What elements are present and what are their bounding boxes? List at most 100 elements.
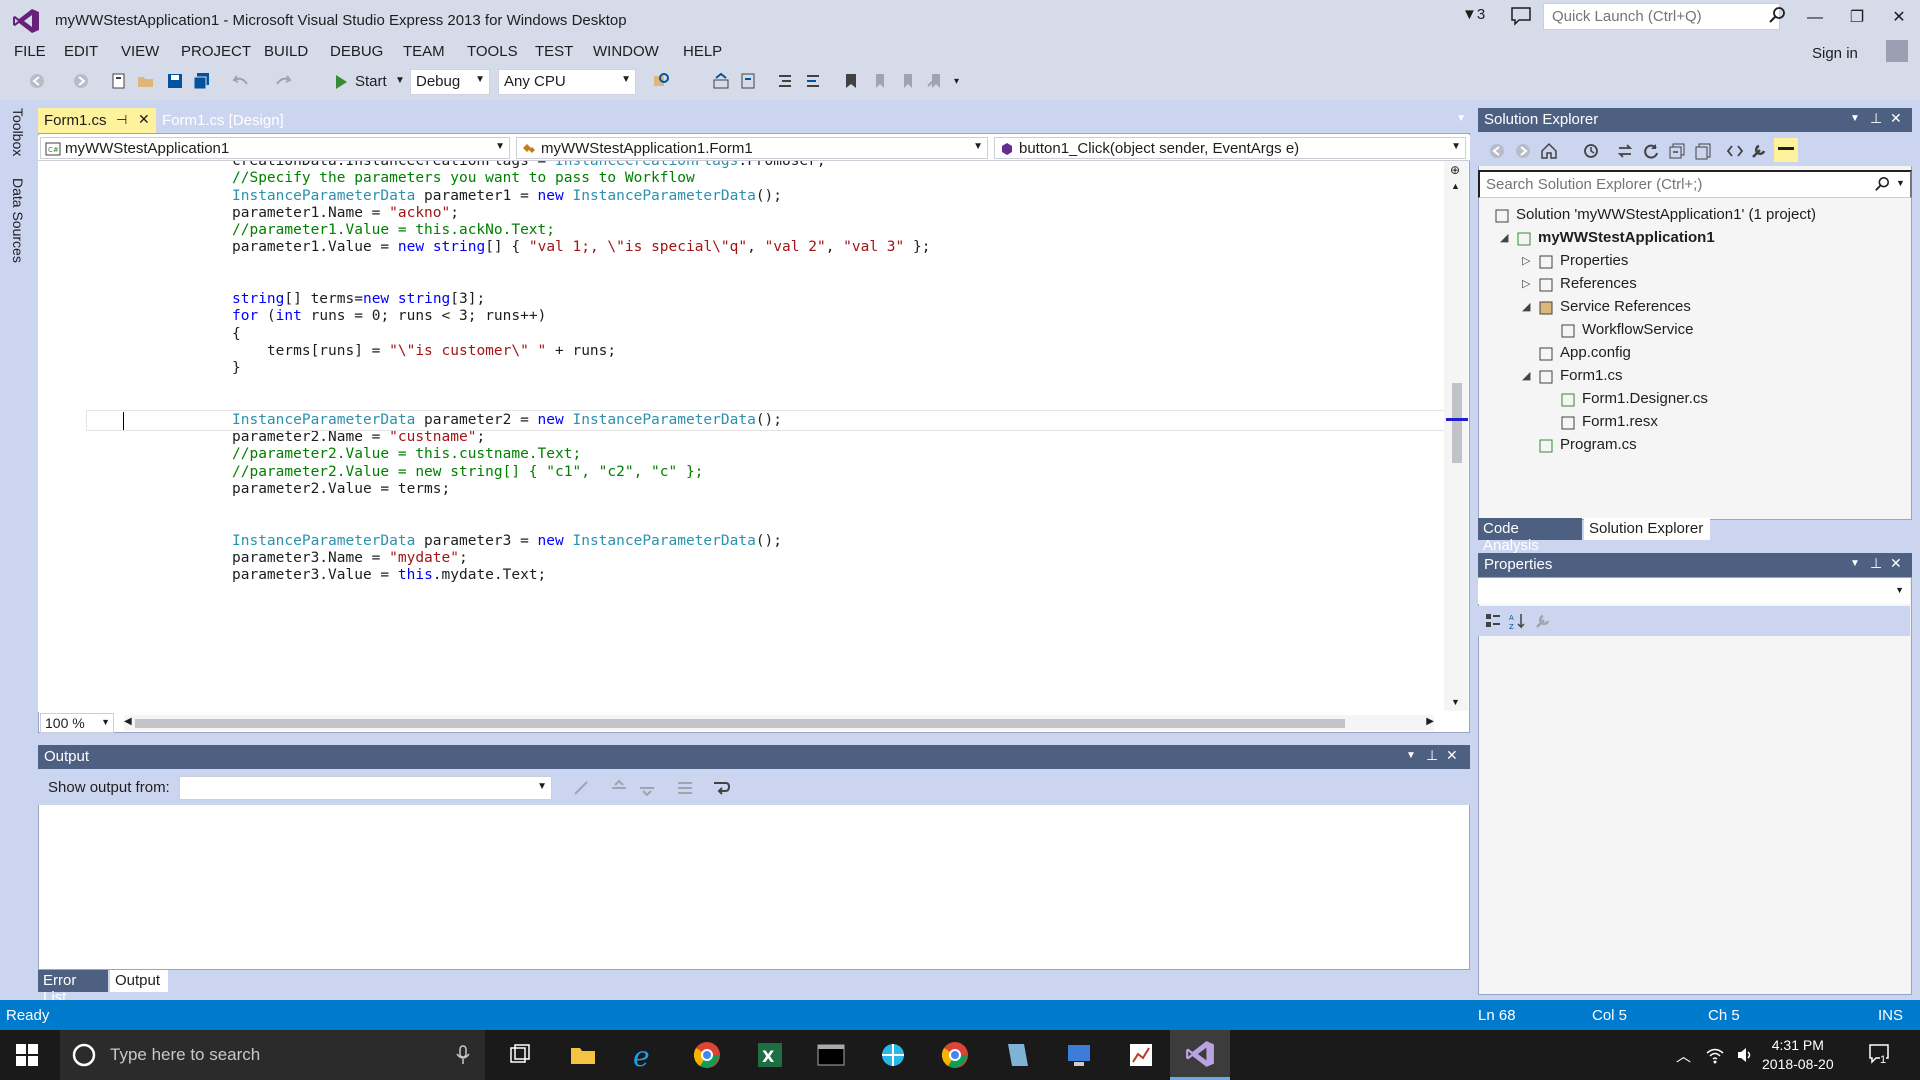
comment-lines-icon[interactable] [776, 72, 794, 90]
avatar[interactable] [1886, 40, 1908, 62]
task-view-icon[interactable] [505, 1040, 535, 1070]
navigate-forward-icon[interactable] [72, 72, 90, 90]
tab-form1-design[interactable]: Form1.cs [Design] [156, 108, 342, 133]
member-navigation-select[interactable]: button1_Click(object sender, EventArgs e… [994, 137, 1466, 159]
zoom-select[interactable]: 100 % ▼ [40, 713, 114, 733]
search-icon[interactable] [1874, 176, 1890, 192]
tab-form1-cs[interactable]: Form1.cs ⊣ ✕ [38, 108, 156, 133]
clear-bookmarks-icon[interactable] [926, 72, 944, 90]
open-file-icon[interactable] [137, 72, 155, 90]
previous-message-icon[interactable] [610, 779, 628, 797]
collapse-arrow-icon[interactable]: ◢ [1522, 369, 1530, 382]
data-sources-tab[interactable]: Data Sources [10, 178, 26, 263]
properties-object-select[interactable]: ▼ [1478, 578, 1910, 604]
wifi-icon[interactable] [1706, 1046, 1724, 1064]
previous-bookmark-icon[interactable] [870, 72, 888, 90]
menu-view[interactable]: VIEW [121, 43, 159, 60]
navigate-back-icon[interactable] [28, 72, 46, 90]
chevron-down-icon[interactable]: ▼ [1406, 750, 1416, 761]
feedback-icon[interactable] [1510, 6, 1532, 26]
find-message-icon[interactable] [572, 779, 590, 797]
word-wrap-icon[interactable] [712, 779, 730, 797]
tab-solution-explorer[interactable]: Solution Explorer [1584, 518, 1710, 540]
chevron-down-icon[interactable]: ▼ [1850, 558, 1860, 569]
toolbar-overflow-icon[interactable]: ▾ [954, 76, 959, 87]
action-center-button[interactable]: 1 [1868, 1042, 1894, 1068]
next-bookmark-icon[interactable] [898, 72, 916, 90]
restore-button[interactable]: ❐ [1842, 6, 1872, 32]
collapse-all-icon[interactable] [1668, 142, 1686, 160]
internet-explorer-icon[interactable]: e [630, 1040, 660, 1070]
next-message-icon[interactable] [638, 779, 656, 797]
redo-icon[interactable] [274, 72, 292, 90]
new-project-icon[interactable] [110, 72, 128, 90]
history-icon[interactable] [1582, 142, 1600, 160]
sync-icon[interactable] [1616, 142, 1634, 160]
property-pages-icon[interactable] [1534, 612, 1552, 630]
wrench-icon[interactable] [1750, 142, 1768, 160]
menu-project[interactable]: PROJECT [181, 43, 251, 60]
tab-overflow-icon[interactable]: ▼ [1456, 113, 1466, 124]
chrome-icon[interactable] [692, 1040, 722, 1070]
show-all-files-icon[interactable] [1694, 142, 1712, 160]
solution-configuration-select[interactable]: Debug ▼ [410, 69, 490, 95]
view-code-icon[interactable] [1726, 142, 1744, 160]
show-hidden-icons-icon[interactable]: ︿ [1676, 1045, 1691, 1066]
find-in-files-icon[interactable] [652, 72, 670, 90]
menu-file[interactable]: FILE [14, 43, 46, 60]
tab-error-list[interactable]: Error List [38, 970, 108, 1006]
close-window-button[interactable]: ✕ [1884, 6, 1914, 32]
alphabetical-icon[interactable]: AZ [1508, 612, 1526, 630]
step-into-icon[interactable] [738, 72, 756, 90]
vertical-scroll-thumb[interactable] [1452, 383, 1462, 463]
pin-icon[interactable]: ⊥ [1870, 555, 1882, 572]
notifications-button[interactable]: ▼3 [1462, 6, 1485, 23]
file-explorer-icon[interactable] [568, 1040, 598, 1070]
menu-help[interactable]: HELP [683, 43, 722, 60]
document-app-icon[interactable] [1002, 1040, 1032, 1070]
chevron-down-icon[interactable]: ▼ [1896, 178, 1905, 188]
scroll-down-icon[interactable]: ▼ [1451, 697, 1460, 707]
step-over-icon[interactable] [712, 72, 730, 90]
microphone-icon[interactable] [456, 1045, 470, 1065]
collapse-arrow-icon[interactable]: ◢ [1500, 231, 1508, 244]
volume-icon[interactable] [1736, 1046, 1754, 1064]
collapse-arrow-icon[interactable]: ◢ [1522, 300, 1530, 313]
taskbar-clock[interactable]: 4:31 PM 2018-08-20 [1762, 1036, 1834, 1074]
remote-desktop-icon[interactable] [1064, 1040, 1094, 1070]
taskbar-item-visual-studio[interactable] [1170, 1030, 1230, 1080]
expand-arrow-icon[interactable]: ▷ [1522, 254, 1530, 267]
close-icon[interactable]: ✕ [1446, 747, 1458, 764]
close-icon[interactable]: ✕ [138, 111, 150, 128]
menu-build[interactable]: BUILD [264, 43, 308, 60]
tab-code-analysis[interactable]: Code Analysis [1478, 518, 1582, 554]
bookmark-icon[interactable] [842, 72, 860, 90]
command-prompt-icon[interactable] [816, 1040, 846, 1070]
output-source-select[interactable]: ▼ [179, 776, 552, 800]
quick-launch-input[interactable] [1543, 3, 1780, 30]
back-icon[interactable] [1488, 142, 1506, 160]
search-icon[interactable] [1768, 6, 1786, 24]
expand-arrow-icon[interactable]: ▷ [1522, 277, 1530, 290]
chevron-down-icon[interactable]: ▼ [1850, 113, 1860, 124]
taskbar-search-box[interactable]: Type here to search [60, 1030, 485, 1080]
class-navigation-select[interactable]: myWWStestApplication1.Form1 ▼ [516, 137, 988, 159]
menu-team[interactable]: TEAM [403, 43, 445, 60]
menu-edit[interactable]: EDIT [64, 43, 98, 60]
menu-tools[interactable]: TOOLS [467, 43, 518, 60]
uncomment-lines-icon[interactable] [804, 72, 822, 90]
preview-selected-items-button[interactable] [1774, 138, 1798, 162]
toolbox-tab[interactable]: Toolbox [10, 108, 26, 156]
menu-debug[interactable]: DEBUG [330, 43, 383, 60]
close-icon[interactable]: ✕ [1890, 555, 1902, 572]
clear-all-icon[interactable] [676, 779, 694, 797]
network-app-icon[interactable] [878, 1040, 908, 1070]
save-all-icon[interactable] [193, 72, 211, 90]
minimize-button[interactable]: — [1800, 6, 1830, 32]
sign-in-link[interactable]: Sign in [1812, 45, 1858, 62]
excel-icon[interactable]: X [755, 1040, 785, 1070]
undo-icon[interactable] [232, 72, 250, 90]
project-navigation-select[interactable]: C# myWWStestApplication1 ▼ [40, 137, 510, 159]
scroll-left-icon[interactable]: ◀ [124, 716, 132, 727]
forward-icon[interactable] [1514, 142, 1532, 160]
